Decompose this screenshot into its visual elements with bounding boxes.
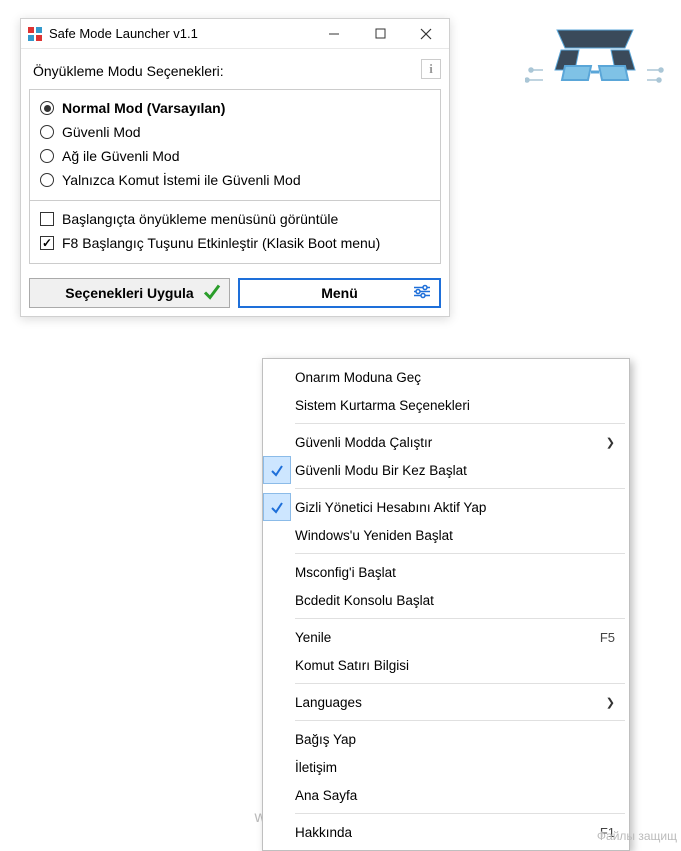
checkbox-group: ✓ Başlangıçta önyükleme menüsünü görüntü… — [29, 201, 441, 264]
menu-item-label: Gizli Yönetici Hesabını Aktif Yap — [291, 500, 615, 515]
menu-separator — [295, 720, 625, 721]
menu-item[interactable]: Gizli Yönetici Hesabını Aktif Yap — [263, 493, 629, 521]
window-title: Safe Mode Launcher v1.1 — [49, 26, 311, 41]
menu-item-label: Sistem Kurtarma Seçenekleri — [291, 398, 615, 413]
menu-item[interactable]: HakkındaF1 — [263, 818, 629, 846]
boot-options-group: Normal Mod (Varsayılan) Güvenli Mod Ağ i… — [29, 89, 441, 201]
button-label: Menü — [321, 285, 358, 301]
radio-label: Ağ ile Güvenli Mod — [62, 148, 180, 164]
menu-item-label: İletişim — [291, 760, 615, 775]
checkbox-show-boot-menu[interactable]: ✓ Başlangıçta önyükleme menüsünü görüntü… — [40, 207, 430, 231]
menu-item[interactable]: YenileF5 — [263, 623, 629, 651]
radio-label: Normal Mod (Varsayılan) — [62, 100, 225, 116]
radio-safe-mode[interactable]: Güvenli Mod — [40, 120, 430, 144]
menu-separator — [295, 618, 625, 619]
menu-item-label: Yenile — [291, 630, 600, 645]
menu-separator — [295, 423, 625, 424]
radio-safe-mode-cmd[interactable]: Yalnızca Komut İstemi ile Güvenli Mod — [40, 168, 430, 192]
check-icon — [263, 456, 291, 484]
menu-item[interactable]: Güvenli Modu Bir Kez Başlat — [263, 456, 629, 484]
menu-button[interactable]: Menü — [238, 278, 441, 308]
radio-label: Güvenli Mod — [62, 124, 141, 140]
menu-item[interactable]: Windows'u Yeniden Başlat — [263, 521, 629, 549]
app-window: Safe Mode Launcher v1.1 i Önyükleme Modu… — [20, 18, 450, 317]
menu-item[interactable]: Onarım Moduna Geç — [263, 363, 629, 391]
checkbox-enable-f8[interactable]: ✓ F8 Başlangıç Tuşunu Etkinleştir (Klasi… — [40, 231, 430, 255]
radio-normal-mode[interactable]: Normal Mod (Varsayılan) — [40, 96, 430, 120]
chevron-right-icon: ❯ — [606, 436, 615, 449]
menu-item[interactable]: Ana Sayfa — [263, 781, 629, 809]
menu-item-label: Hakkında — [291, 825, 600, 840]
radio-icon — [40, 125, 54, 139]
menu-item[interactable]: İletişim — [263, 753, 629, 781]
checkbox-icon: ✓ — [40, 212, 54, 226]
menu-item[interactable]: Komut Satırı Bilgisi — [263, 651, 629, 679]
site-logo — [525, 20, 665, 120]
sliders-icon — [413, 285, 431, 302]
app-icon — [27, 26, 43, 42]
menu-item[interactable]: Bcdedit Konsolu Başlat — [263, 586, 629, 614]
menu-item[interactable]: Msconfig'i Başlat — [263, 558, 629, 586]
menu-item[interactable]: Güvenli Modda Çalıştır ❯ — [263, 428, 629, 456]
menu-item-label: Komut Satırı Bilgisi — [291, 658, 615, 673]
titlebar: Safe Mode Launcher v1.1 — [21, 19, 449, 49]
menu-item-label: Bcdedit Konsolu Başlat — [291, 593, 615, 608]
menu-separator — [295, 683, 625, 684]
menu-item-label: Güvenli Modu Bir Kez Başlat — [291, 463, 615, 478]
menu-item-label: Onarım Moduna Geç — [291, 370, 615, 385]
menu-item[interactable]: Languages ❯ — [263, 688, 629, 716]
check-icon — [263, 493, 291, 521]
close-button[interactable] — [403, 19, 449, 49]
chevron-right-icon: ❯ — [606, 696, 615, 709]
menu-item-label: Msconfig'i Başlat — [291, 565, 615, 580]
menu-separator — [295, 553, 625, 554]
checkbox-label: Başlangıçta önyükleme menüsünü görüntüle — [62, 211, 338, 227]
check-icon — [203, 283, 221, 304]
menu-item[interactable]: Sistem Kurtarma Seçenekleri — [263, 391, 629, 419]
menu-separator — [295, 813, 625, 814]
radio-label: Yalnızca Komut İstemi ile Güvenli Mod — [62, 172, 301, 188]
radio-icon — [40, 173, 54, 187]
menu-item-shortcut: F5 — [600, 630, 615, 645]
maximize-button[interactable] — [357, 19, 403, 49]
minimize-button[interactable] — [311, 19, 357, 49]
apply-button[interactable]: Seçenekleri Uygula — [29, 278, 230, 308]
checkbox-label: F8 Başlangıç Tuşunu Etkinleştir (Klasik … — [62, 235, 380, 251]
menu-separator — [295, 488, 625, 489]
menu-item-label: Ana Sayfa — [291, 788, 615, 803]
radio-safe-mode-network[interactable]: Ağ ile Güvenli Mod — [40, 144, 430, 168]
menu-item-label: Languages — [291, 695, 596, 710]
checkbox-icon: ✓ — [40, 236, 54, 250]
menu-item-label: Windows'u Yeniden Başlat — [291, 528, 615, 543]
radio-icon — [40, 101, 54, 115]
menu-item-label: Güvenli Modda Çalıştır — [291, 435, 596, 450]
radio-icon — [40, 149, 54, 163]
corner-text: Файлы защищ — [597, 829, 677, 843]
info-button[interactable]: i — [421, 59, 441, 79]
section-heading: Önyükleme Modu Seçenekleri: — [33, 63, 437, 79]
menu-item-label: Bağış Yap — [291, 732, 615, 747]
menu-item[interactable]: Bağış Yap — [263, 725, 629, 753]
button-label: Seçenekleri Uygula — [65, 285, 193, 301]
context-menu: Onarım Moduna Geç Sistem Kurtarma Seçenek… — [262, 358, 630, 851]
